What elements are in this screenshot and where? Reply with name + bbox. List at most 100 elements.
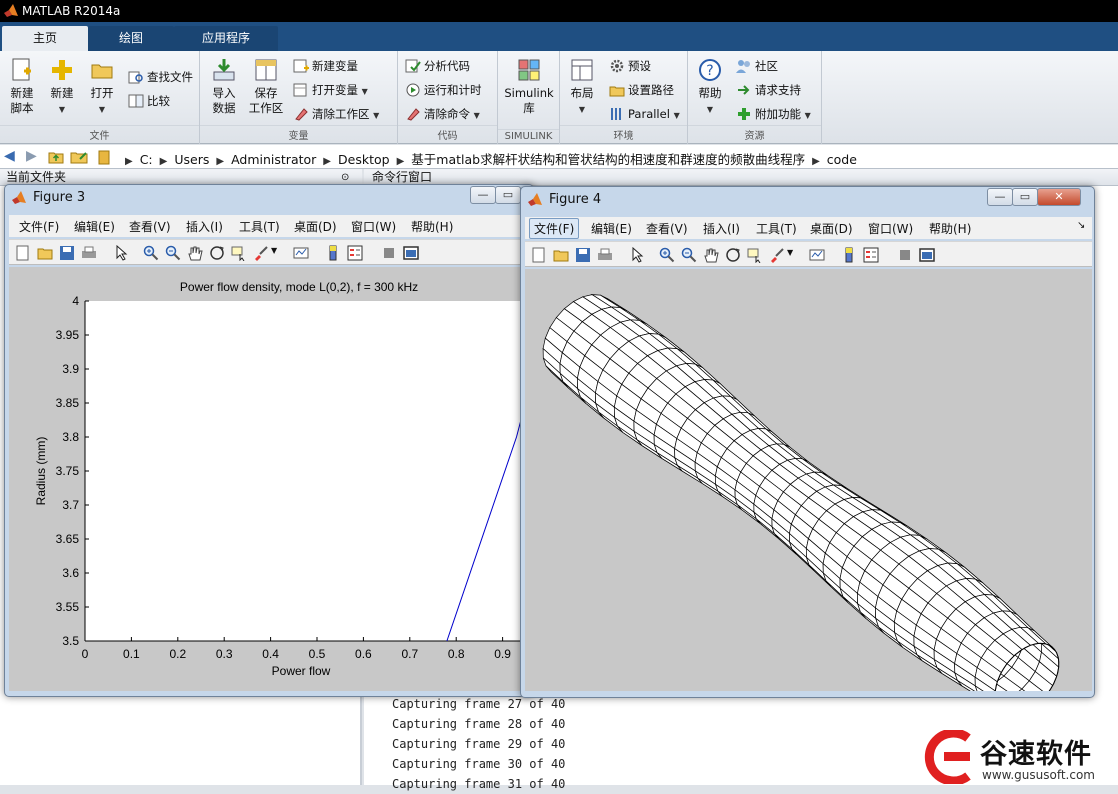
menu-insert[interactable]: 插入(I) — [186, 218, 223, 235]
find-files-button[interactable]: 查找文件 — [128, 67, 193, 87]
pointer-icon[interactable] — [629, 247, 645, 263]
chevron-down-icon[interactable]: ▼ — [787, 248, 793, 257]
parallel-button[interactable]: Parallel ▼ — [609, 104, 680, 124]
tab-plots[interactable]: 绘图 — [88, 26, 174, 51]
clear-workspace-button[interactable]: 清除工作区 ▼ — [293, 104, 379, 124]
chevron-down-icon[interactable]: ▼ — [271, 246, 277, 255]
clear-commands-button[interactable]: 清除命令 ▼ — [405, 104, 480, 124]
menu-edit[interactable]: 编辑(E) — [74, 218, 115, 235]
set-path-button[interactable]: 设置路径 — [609, 80, 674, 100]
new-button[interactable]: 新建 ▼ — [44, 57, 80, 117]
browse-folder-icon[interactable] — [70, 149, 88, 165]
forward-arrow-icon[interactable]: ▶ — [26, 148, 37, 164]
tab-home[interactable]: 主页 — [2, 26, 88, 51]
rotate-3d-icon[interactable] — [725, 247, 741, 263]
data-cursor-icon[interactable] — [231, 245, 247, 261]
menu-window[interactable]: 窗口(W) — [868, 220, 913, 237]
figure3-titlebar[interactable]: Figure 3 — ▭ — [5, 185, 533, 211]
pan-hand-icon[interactable] — [703, 247, 719, 263]
zoom-in-icon[interactable] — [143, 245, 159, 261]
tab-apps[interactable]: 应用程序 — [174, 26, 278, 51]
new-variable-button[interactable]: 新建变量 — [293, 56, 358, 76]
menu-edit[interactable]: 编辑(E) — [591, 220, 632, 237]
menu-help[interactable]: 帮助(H) — [929, 220, 971, 237]
breadcrumb-item[interactable]: Administrator — [231, 152, 316, 167]
link-plot-icon[interactable] — [809, 247, 825, 263]
open-file-icon[interactable] — [37, 245, 53, 261]
add-ons-button[interactable]: 附加功能 ▼ — [736, 104, 811, 124]
up-folder-icon[interactable] — [48, 149, 64, 165]
show-tools-icon[interactable] — [919, 247, 935, 263]
menu-tools[interactable]: 工具(T) — [756, 220, 797, 237]
brush-icon[interactable] — [253, 245, 269, 261]
rotate-3d-icon[interactable] — [209, 245, 225, 261]
figure4-titlebar[interactable]: Figure 4 — ▭ ✕ — [521, 187, 1094, 213]
back-arrow-icon[interactable]: ◀ — [4, 148, 15, 164]
menu-window[interactable]: 窗口(W) — [351, 218, 396, 235]
open-button[interactable]: 打开 ▼ — [84, 57, 120, 117]
add-ons-icon — [738, 108, 750, 120]
layout-icon — [571, 59, 593, 81]
simulink-library-button[interactable]: Simulink 库 — [502, 57, 556, 116]
menu-tools[interactable]: 工具(T) — [239, 218, 280, 235]
menu-file[interactable]: 文件(F) — [19, 218, 59, 235]
figure3-window[interactable]: Figure 3 — ▭ 文件(F) 编辑(E) 查看(V) 插入(I) 工具(T… — [4, 184, 553, 697]
run-and-time-button[interactable]: 运行和计时 — [405, 80, 482, 100]
zoom-in-icon[interactable] — [659, 247, 675, 263]
menu-desktop[interactable]: 桌面(D) — [294, 218, 337, 235]
help-button[interactable]: ? 帮助 ▼ — [694, 57, 726, 117]
data-cursor-icon[interactable] — [747, 247, 763, 263]
legend-icon[interactable] — [863, 247, 879, 263]
print-icon[interactable] — [81, 245, 97, 261]
print-icon[interactable] — [597, 247, 613, 263]
zoom-out-icon[interactable] — [681, 247, 697, 263]
pointer-icon[interactable] — [113, 245, 129, 261]
save-icon[interactable] — [59, 245, 75, 261]
preferences-button[interactable]: 预设 — [609, 56, 651, 76]
menu-view[interactable]: 查看(V) — [129, 218, 171, 235]
colorbar-icon[interactable] — [325, 245, 341, 261]
hide-tools-icon[interactable] — [381, 245, 397, 261]
menu-file[interactable]: 文件(F) — [529, 218, 580, 239]
new-figure-icon[interactable] — [531, 247, 547, 263]
close-button[interactable]: ✕ — [1037, 188, 1081, 206]
request-support-button[interactable]: 请求支持 — [736, 80, 801, 100]
layout-button[interactable]: 布局 ▼ — [566, 57, 598, 117]
breadcrumb-item[interactable]: Users — [174, 152, 209, 167]
compare-button[interactable]: 比较 — [128, 91, 170, 111]
open-variable-button[interactable]: 打开变量 ▼ — [293, 80, 368, 100]
breadcrumb-item[interactable]: 基于matlab求解杆状结构和管状结构的相速度和群速度的频散曲线程序 — [411, 152, 805, 167]
brush-icon[interactable] — [769, 247, 785, 263]
link-plot-icon[interactable] — [293, 245, 309, 261]
dock-arrow-icon[interactable]: ↘ — [1077, 220, 1085, 231]
x-tick-label: 0.1 — [123, 647, 140, 661]
legend-icon[interactable] — [347, 245, 363, 261]
y-axis-label: Radius (mm) — [34, 437, 48, 506]
pan-hand-icon[interactable] — [187, 245, 203, 261]
menu-desktop[interactable]: 桌面(D) — [810, 220, 853, 237]
figure4-window[interactable]: Figure 4 — ▭ ✕ 文件(F) 编辑(E) 查看(V) 插入(I) 工具(… — [520, 186, 1095, 716]
open-file-icon[interactable] — [553, 247, 569, 263]
community-button[interactable]: 社区 — [736, 56, 778, 76]
menu-insert[interactable]: 插入(I) — [703, 220, 740, 237]
y-tick-label: 4 — [72, 294, 79, 308]
minimize-button[interactable]: — — [987, 188, 1013, 206]
menu-help[interactable]: 帮助(H) — [411, 218, 453, 235]
save-workspace-button[interactable]: 保存 工作区 — [246, 57, 286, 116]
maximize-button[interactable]: ▭ — [1012, 188, 1038, 206]
show-tools-icon[interactable] — [403, 245, 419, 261]
minimize-button[interactable]: — — [470, 186, 496, 204]
maximize-button[interactable]: ▭ — [495, 186, 521, 204]
new-script-button[interactable]: 新建 脚本 — [4, 57, 40, 116]
breadcrumb-item[interactable]: Desktop — [338, 152, 390, 167]
hide-tools-icon[interactable] — [897, 247, 913, 263]
import-data-button[interactable]: 导入 数据 — [206, 57, 242, 116]
breadcrumb-item[interactable]: C: — [140, 152, 153, 167]
breadcrumb-item[interactable]: code — [827, 152, 857, 167]
new-figure-icon[interactable] — [15, 245, 31, 261]
analyze-code-button[interactable]: 分析代码 — [405, 56, 470, 76]
zoom-out-icon[interactable] — [165, 245, 181, 261]
menu-view[interactable]: 查看(V) — [646, 220, 688, 237]
save-icon[interactable] — [575, 247, 591, 263]
colorbar-icon[interactable] — [841, 247, 857, 263]
